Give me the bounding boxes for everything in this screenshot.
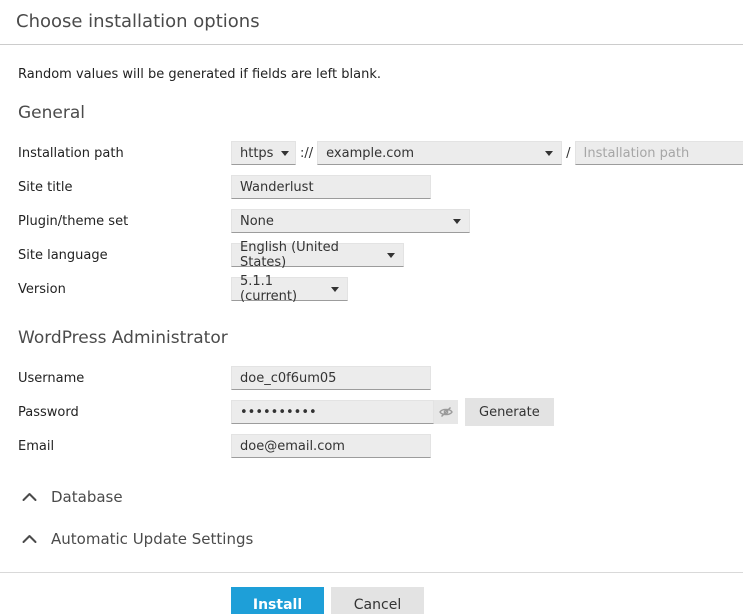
caret-down-icon [545,151,553,156]
caret-down-icon [387,253,395,258]
installation-path-input[interactable] [575,141,743,165]
collapsed-sections: Database Automatic Update Settings [18,488,725,548]
protocol-select-value: https [240,146,273,161]
domain-select[interactable]: example.com [317,141,562,165]
generate-password-button[interactable]: Generate [465,398,554,426]
page-title: Choose installation options [16,11,727,32]
site-title-row: Site title [18,175,725,199]
username-label: Username [18,371,231,386]
eye-slash-icon [438,404,454,420]
password-row: Password Generate [18,400,725,424]
email-row: Email [18,434,725,458]
protocol-select[interactable]: https [231,141,296,165]
plugin-theme-set-row: Plugin/theme set None [18,209,725,233]
protocol-separator: :// [296,146,317,161]
site-language-value: English (United States) [240,240,379,270]
installation-path-row: Installation path https :// example.com … [18,141,725,165]
version-value: 5.1.1 (current) [240,274,323,304]
dialog-footer: Install Cancel [0,572,743,614]
password-input[interactable] [231,400,434,424]
section-toggle-auto-update[interactable]: Automatic Update Settings [18,530,725,548]
username-input[interactable] [231,366,431,390]
chevron-up-icon [22,492,37,502]
plugin-theme-set-select[interactable]: None [231,209,470,233]
site-language-row: Site language English (United States) [18,243,725,267]
caret-down-icon [453,219,461,224]
installation-path-controls: https :// example.com / [231,141,743,165]
admin-rows: Username Password Generat [18,366,725,458]
cancel-button[interactable]: Cancel [331,587,424,614]
site-language-select[interactable]: English (United States) [231,243,404,267]
path-separator: / [562,146,574,161]
install-button[interactable]: Install [231,587,324,614]
version-row: Version 5.1.1 (current) [18,277,725,301]
username-row: Username [18,366,725,390]
install-options-dialog: Choose installation options Random value… [0,0,743,614]
password-label: Password [18,405,231,420]
site-title-input[interactable] [231,175,431,199]
email-label: Email [18,439,231,454]
installation-path-label: Installation path [18,146,231,161]
show-password-button[interactable] [434,400,458,424]
general-rows: Installation path https :// example.com … [18,141,725,301]
site-language-label: Site language [18,248,231,263]
caret-down-icon [331,287,339,292]
section-toggle-database[interactable]: Database [18,488,725,506]
email-input[interactable] [231,434,431,458]
intro-text: Random values will be generated if field… [18,67,725,82]
version-select[interactable]: 5.1.1 (current) [231,277,348,301]
dialog-content: Random values will be generated if field… [0,67,743,548]
plugin-theme-set-value: None [240,214,274,229]
chevron-up-icon [22,534,37,544]
dialog-header: Choose installation options [0,0,743,45]
site-title-label: Site title [18,180,231,195]
caret-down-icon [281,151,289,156]
collapse-label-auto-update: Automatic Update Settings [51,530,253,548]
section-heading-general: General [18,103,725,123]
version-label: Version [18,282,231,297]
collapse-label-database: Database [51,488,123,506]
plugin-theme-set-label: Plugin/theme set [18,214,231,229]
section-heading-admin: WordPress Administrator [18,328,725,348]
domain-select-value: example.com [326,146,414,161]
